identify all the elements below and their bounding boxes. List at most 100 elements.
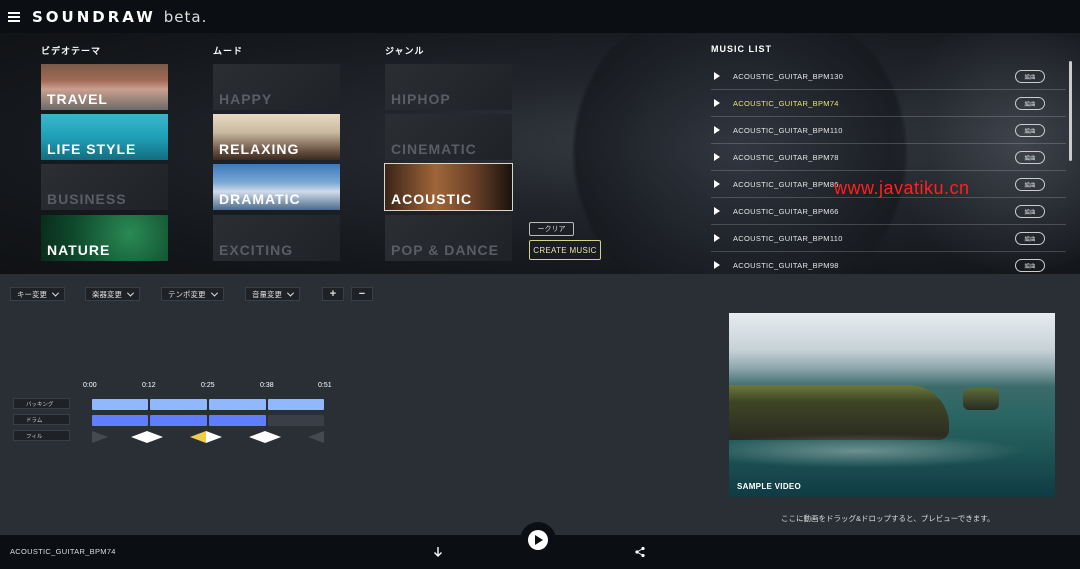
main-play-button[interactable] xyxy=(520,522,556,558)
fill-marker[interactable] xyxy=(190,430,222,443)
clear-button[interactable]: ークリア xyxy=(529,222,574,236)
play-icon[interactable] xyxy=(714,207,720,215)
chevron-down-icon xyxy=(126,289,135,297)
tile-label: HIPHOP xyxy=(391,91,451,107)
edit-button[interactable]: 編曲 xyxy=(1015,205,1045,218)
video-preview[interactable]: SAMPLE VIDEO xyxy=(729,313,1055,497)
track-label-fill: フィル xyxy=(13,430,70,441)
play-icon[interactable] xyxy=(714,126,720,134)
mood-tile-happy[interactable]: HAPPY xyxy=(213,64,340,110)
backing-segment[interactable] xyxy=(92,399,148,410)
now-playing-title: ACOUSTIC_GUITAR_BPM74 xyxy=(10,547,116,556)
music-list-item[interactable]: ACOUSTIC_GUITAR_BPM110 編曲 xyxy=(711,117,1066,144)
edit-button[interactable]: 編曲 xyxy=(1015,70,1045,83)
dropdown-label: テンポ変更 xyxy=(168,289,206,299)
key-change-dropdown[interactable]: キー変更 xyxy=(10,287,65,301)
fill-marker[interactable] xyxy=(308,430,324,443)
timeline-tick: 0:38 xyxy=(260,382,274,389)
music-list-scrollbar[interactable] xyxy=(1069,61,1072,161)
fill-arrow-icon xyxy=(131,431,147,443)
mood-tile-relaxing[interactable]: RELAXING xyxy=(213,114,340,160)
backing-segment[interactable] xyxy=(268,399,324,410)
watermark-text: www.javatiku.cn xyxy=(834,178,970,198)
drum-segment[interactable] xyxy=(268,415,324,426)
timeline-tick: 0:25 xyxy=(201,382,215,389)
menu-icon[interactable] xyxy=(8,11,20,22)
play-icon[interactable] xyxy=(714,261,720,269)
genre-tile-hiphop[interactable]: HIPHOP xyxy=(385,64,512,110)
mood-tile-dramatic[interactable]: DRAMATIC xyxy=(213,164,340,210)
fill-arrow-icon xyxy=(206,431,222,443)
download-icon[interactable] xyxy=(433,546,443,558)
music-list-item[interactable]: ACOUSTIC_GUITAR_BPM74 編曲 xyxy=(711,90,1066,117)
tempo-change-dropdown[interactable]: テンポ変更 xyxy=(161,287,224,301)
timeline-tick: 0:00 xyxy=(83,382,97,389)
play-icon[interactable] xyxy=(714,180,720,188)
video-label: SAMPLE VIDEO xyxy=(737,482,802,491)
share-icon[interactable] xyxy=(635,546,645,558)
tile-label: DRAMATIC xyxy=(219,191,301,207)
theme-tile-lifestyle[interactable]: LIFE STYLE xyxy=(41,114,168,160)
track-name: ACOUSTIC_GUITAR_BPM98 xyxy=(733,260,839,270)
drum-segment[interactable] xyxy=(150,415,207,426)
track-name: ACOUSTIC_GUITAR_BPM86 xyxy=(733,179,839,189)
fill-marker[interactable] xyxy=(131,430,163,443)
plus-button[interactable]: + xyxy=(322,287,344,301)
music-list-item[interactable]: ACOUSTIC_GUITAR_BPM66 編曲 xyxy=(711,198,1066,225)
music-list-item[interactable]: ACOUSTIC_GUITAR_BPM98 編曲 xyxy=(711,252,1066,274)
track-name: ACOUSTIC_GUITAR_BPM66 xyxy=(733,206,839,216)
edit-button[interactable]: 編曲 xyxy=(1015,124,1045,137)
backing-segment[interactable] xyxy=(150,399,207,410)
tile-label: HAPPY xyxy=(219,91,273,107)
genre-tile-cinematic[interactable]: CINEMATIC xyxy=(385,114,512,160)
timeline-tick: 0:51 xyxy=(318,382,332,389)
backing-segment[interactable] xyxy=(209,399,266,410)
music-list-item[interactable]: ACOUSTIC_GUITAR_BPM78 編曲 xyxy=(711,144,1066,171)
volume-change-dropdown[interactable]: 音量変更 xyxy=(245,287,300,301)
music-list: ACOUSTIC_GUITAR_BPM130 編曲 ACOUSTIC_GUITAR… xyxy=(711,63,1066,274)
theme-tile-travel[interactable]: TRAVEL xyxy=(41,64,168,110)
play-icon[interactable] xyxy=(714,99,720,107)
video-drop-hint: ここに動画をドラッグ&ドロップすると、プレビューできます。 xyxy=(781,514,995,523)
genre-tile-pop-dance[interactable]: POP & DANCE xyxy=(385,215,512,261)
video-scene-rock xyxy=(963,388,999,410)
edit-button[interactable]: 編曲 xyxy=(1015,151,1045,164)
fill-marker[interactable] xyxy=(249,430,281,443)
play-icon[interactable] xyxy=(714,234,720,242)
create-music-button[interactable]: CREATE MUSIC xyxy=(529,240,601,260)
music-list-item[interactable]: ACOUSTIC_GUITAR_BPM130 編曲 xyxy=(711,63,1066,90)
tile-label: RELAXING xyxy=(219,141,300,157)
logo[interactable]: SOUNDRAW xyxy=(32,8,156,26)
edit-button[interactable]: 編曲 xyxy=(1015,97,1045,110)
top-bar: SOUNDRAW beta. xyxy=(0,0,1080,33)
music-list-item[interactable]: ACOUSTIC_GUITAR_BPM110 編曲 xyxy=(711,225,1066,252)
drum-segment[interactable] xyxy=(92,415,148,426)
soundraw-app: SOUNDRAW beta. ビデオテーマ ムード ジャンル TRAVEL LI… xyxy=(0,0,1080,569)
tile-label: CINEMATIC xyxy=(391,141,477,157)
theme-tile-nature[interactable]: NATURE xyxy=(41,215,168,261)
chevron-down-icon xyxy=(286,289,295,297)
tile-label: EXCITING xyxy=(219,242,294,258)
theme-tile-business[interactable]: BUSINESS xyxy=(41,164,168,210)
track-label-backing: バッキング xyxy=(13,398,70,409)
mood-title: ムード xyxy=(213,46,244,56)
track-name: ACOUSTIC_GUITAR_BPM78 xyxy=(733,152,839,162)
play-icon[interactable] xyxy=(714,72,720,80)
video-scene-foam xyxy=(729,431,1055,471)
instrument-change-dropdown[interactable]: 楽器変更 xyxy=(85,287,140,301)
drum-segment[interactable] xyxy=(209,415,266,426)
edit-button[interactable]: 編曲 xyxy=(1015,232,1045,245)
fill-arrow-icon xyxy=(92,431,108,443)
fill-arrow-icon xyxy=(249,431,265,443)
play-icon[interactable] xyxy=(714,153,720,161)
edit-button[interactable]: 編曲 xyxy=(1015,259,1045,272)
fill-marker[interactable] xyxy=(92,430,108,443)
chevron-down-icon xyxy=(210,289,218,297)
dropdown-label: 楽器変更 xyxy=(92,289,122,299)
edit-button[interactable]: 編曲 xyxy=(1015,178,1045,191)
genre-tile-acoustic[interactable]: ACOUSTIC xyxy=(384,163,513,211)
track-label-drums: ドラム xyxy=(13,414,70,425)
minus-button[interactable]: − xyxy=(351,287,373,301)
mood-tile-exciting[interactable]: EXCITING xyxy=(213,215,340,261)
tile-label: ACOUSTIC xyxy=(391,191,473,207)
